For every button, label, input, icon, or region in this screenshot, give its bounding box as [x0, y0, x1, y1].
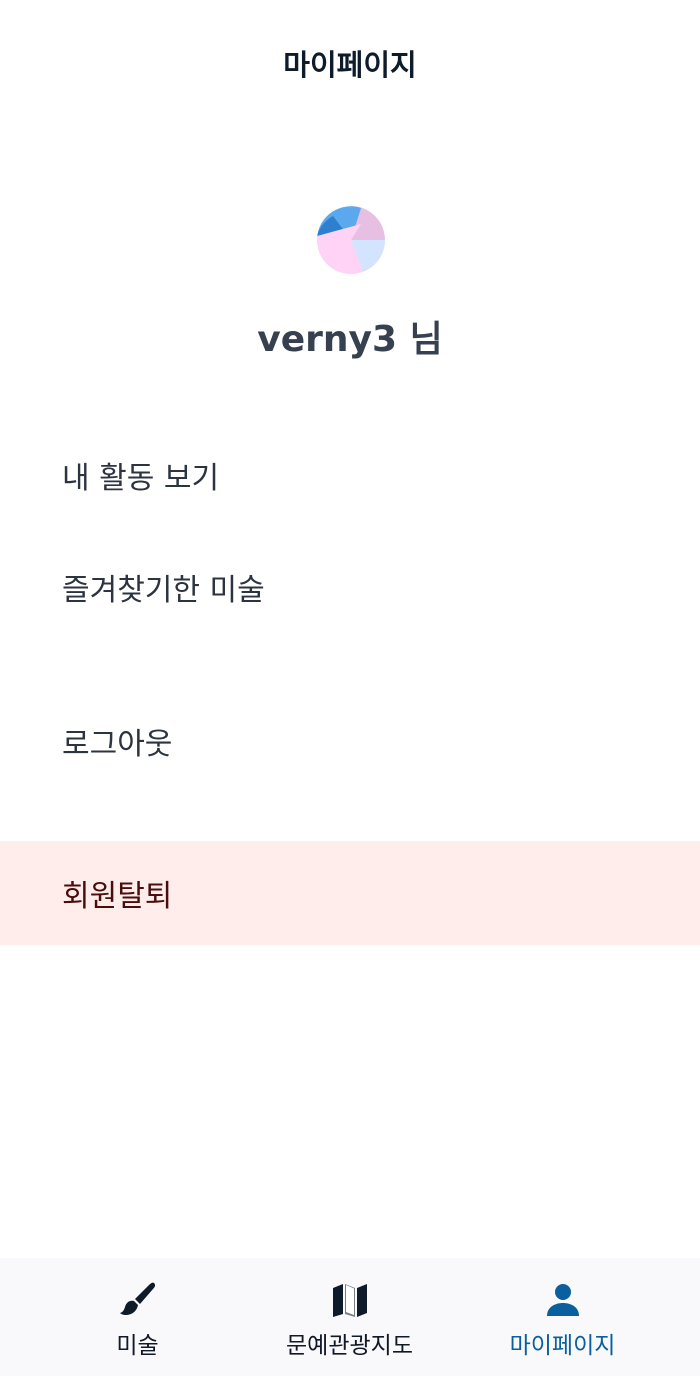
tab-culture-map[interactable]: 문예관광지도 — [233, 1258, 466, 1376]
menu-favorite-art[interactable]: 즐겨찾기한 미술 — [0, 532, 700, 642]
avatar — [317, 206, 385, 274]
map-icon — [330, 1280, 370, 1320]
bottom-tab-bar: 미술 문예관광지도 마이페이지 — [0, 1258, 700, 1376]
header: 마이페이지 — [0, 0, 700, 126]
username: verny3 님 — [257, 319, 443, 360]
tab-label-art: 미술 — [116, 1333, 159, 1359]
brush-icon — [118, 1280, 158, 1320]
menu-withdraw[interactable]: 회원탈퇴 — [0, 841, 700, 945]
menu-my-activity[interactable]: 내 활동 보기 — [0, 420, 700, 530]
tab-mypage[interactable]: 마이페이지 — [446, 1258, 679, 1376]
tab-label-culture-map: 문예관광지도 — [286, 1333, 413, 1359]
page-title: 마이페이지 — [283, 48, 417, 82]
user-icon — [543, 1280, 583, 1320]
tab-label-mypage: 마이페이지 — [509, 1333, 616, 1359]
tab-art[interactable]: 미술 — [21, 1258, 254, 1376]
menu-logout[interactable]: 로그아웃 — [0, 688, 700, 794]
